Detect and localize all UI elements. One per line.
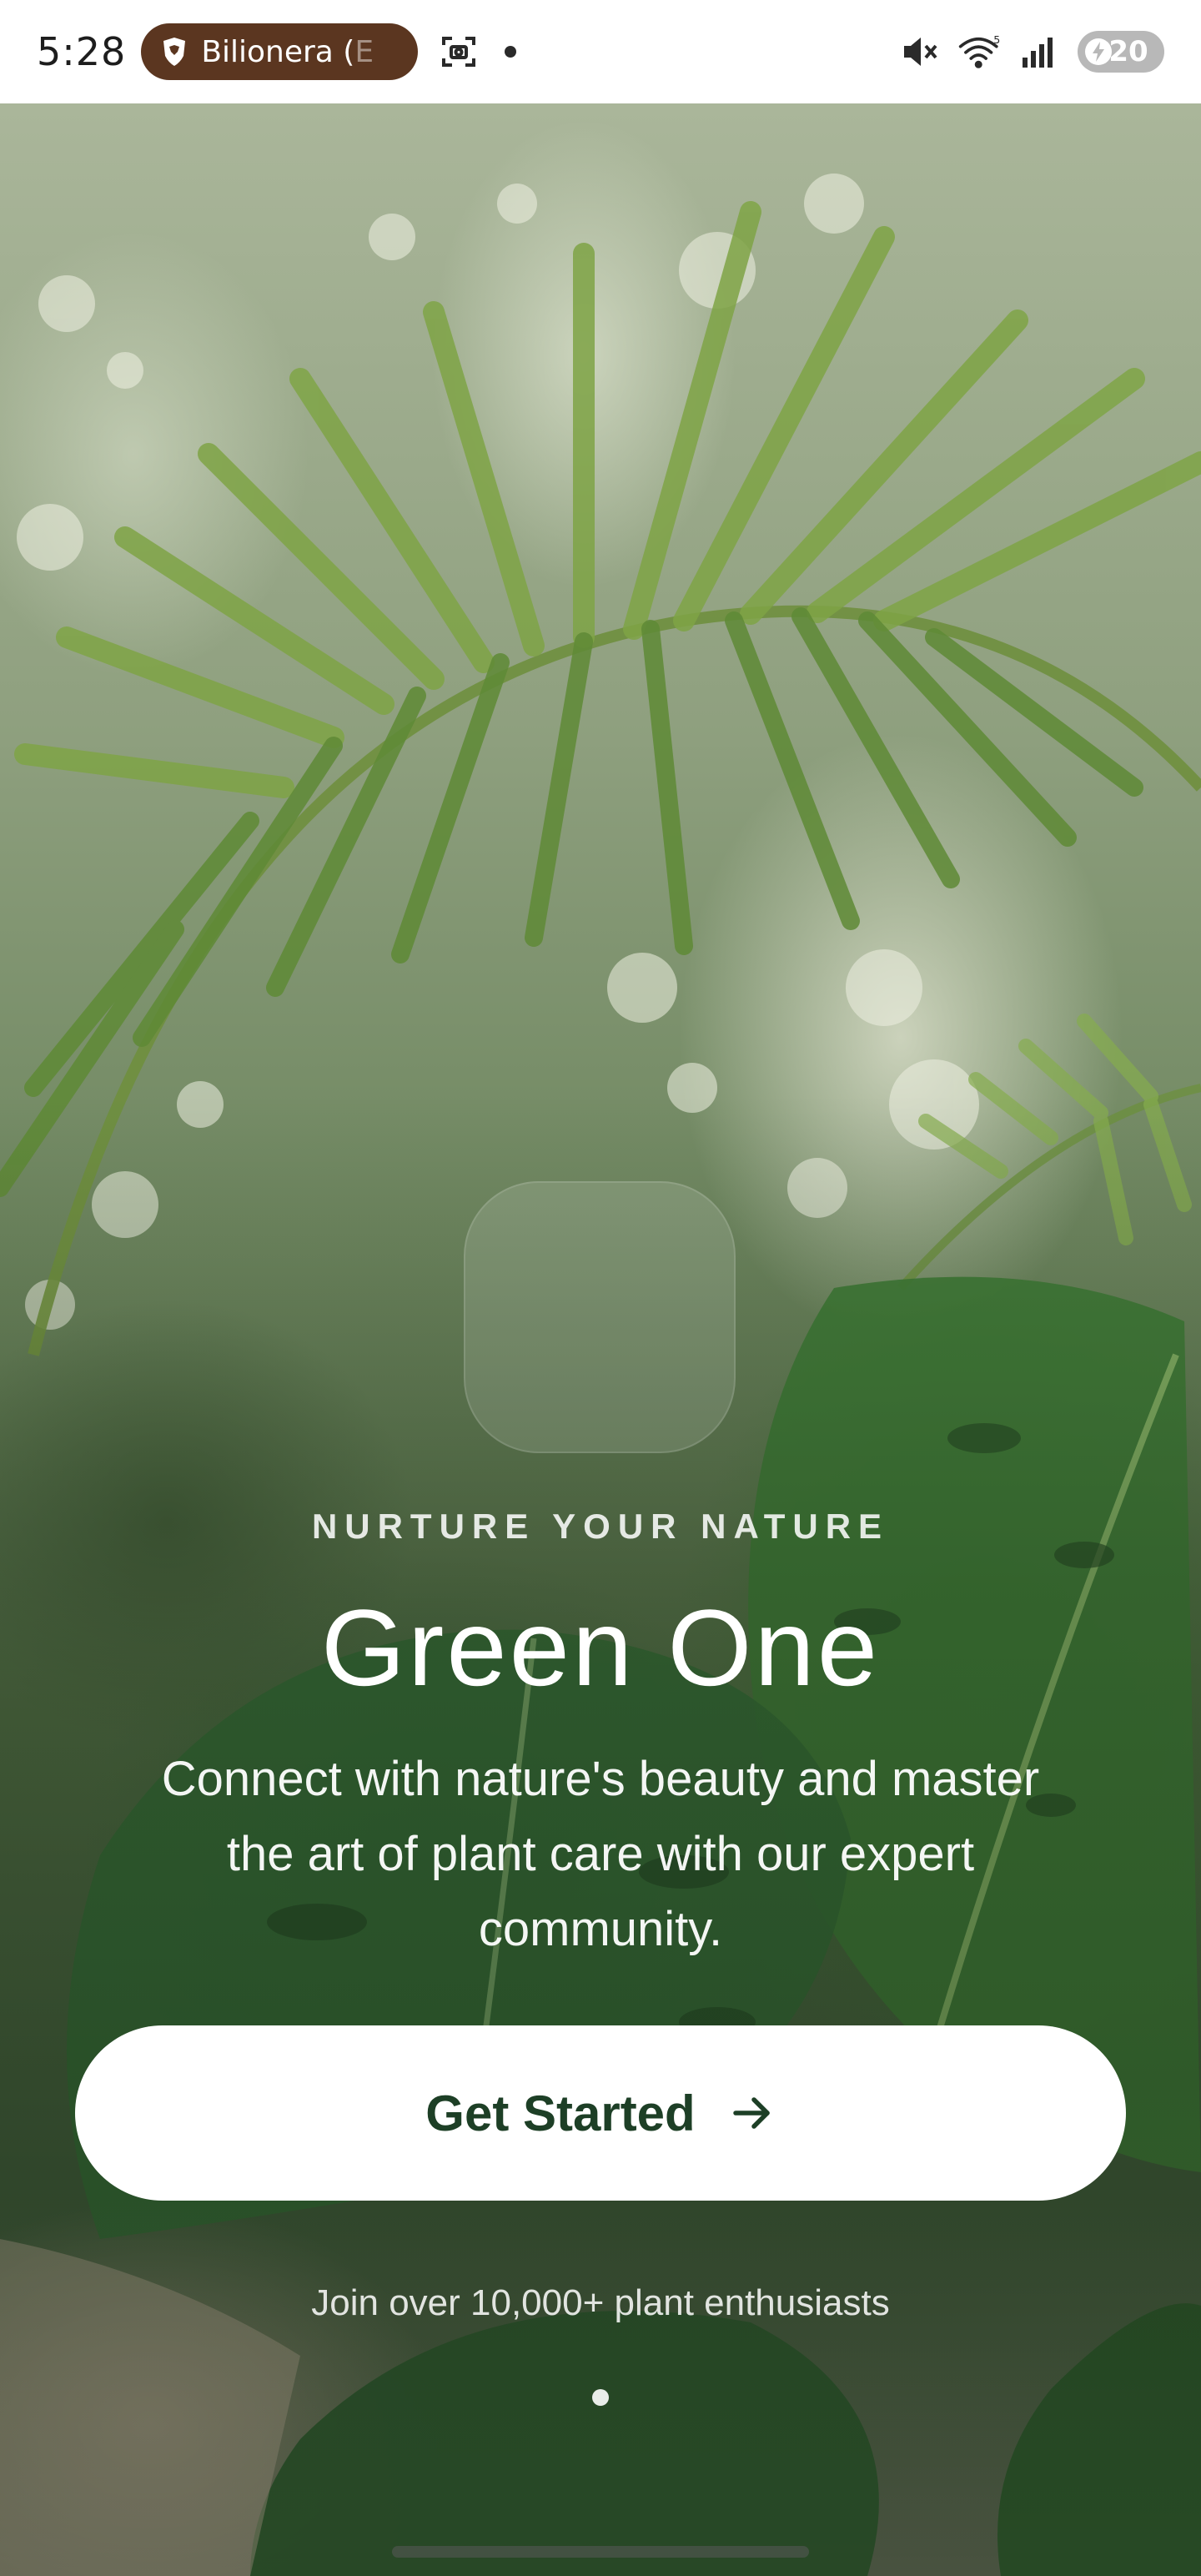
active-app-label: Bilionera (E bbox=[201, 34, 374, 69]
arrow-right-icon bbox=[729, 2090, 776, 2136]
status-time: 5:28 bbox=[37, 29, 127, 74]
wifi-icon: 5 bbox=[957, 29, 1003, 74]
screenshot-icon bbox=[438, 31, 480, 73]
tagline: NURTURE YOUR NATURE bbox=[311, 1507, 890, 1546]
system-status-icons: 5 20 bbox=[897, 29, 1164, 74]
app-description: Connect with nature's beauty and master … bbox=[161, 1752, 1040, 1956]
battery-icon: 20 bbox=[1078, 31, 1164, 73]
home-indicator[interactable] bbox=[392, 2546, 809, 2558]
signal-icon bbox=[1018, 29, 1063, 74]
active-app-pill[interactable]: Bilionera (E bbox=[141, 23, 419, 80]
status-bar: 5:28 Bilionera (E 5 20 bbox=[0, 0, 1201, 103]
logo-tile bbox=[464, 1181, 736, 1453]
mute-icon bbox=[897, 29, 942, 74]
brave-shield-icon bbox=[159, 35, 189, 68]
battery-level: 20 bbox=[1108, 35, 1148, 68]
app-title: Green One bbox=[320, 1587, 881, 1708]
community-text: Join over 10,000+ plant enthusiasts bbox=[311, 2282, 890, 2323]
get-started-button[interactable]: Get Started bbox=[75, 2025, 1126, 2201]
page-indicator-dot bbox=[592, 2389, 609, 2406]
get-started-label: Get Started bbox=[425, 2085, 696, 2141]
notification-dot bbox=[505, 46, 517, 58]
svg-text:5: 5 bbox=[993, 33, 1000, 46]
